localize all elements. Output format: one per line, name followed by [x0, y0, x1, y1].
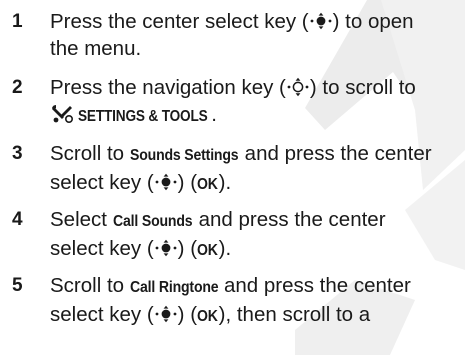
softkey-ok-label: OK — [197, 176, 218, 193]
step-text-part: Press the center select key ( — [50, 10, 309, 33]
step-text-part: ). — [218, 171, 232, 194]
step-text: Scroll to Sounds Settings and press the … — [50, 140, 450, 198]
center-select-key-icon — [309, 11, 333, 31]
menu-name-sounds-settings: Sounds Settings — [129, 147, 239, 164]
step-text-part: Scroll to — [50, 142, 130, 165]
step-text-part: and press the center — [238, 142, 432, 165]
menu-name-call-sounds: Call Sounds — [112, 213, 193, 230]
menu-name-settings-tools: SETTINGS & TOOLS — [78, 108, 208, 125]
step-text-part: select key ( — [50, 303, 154, 326]
center-select-key-icon — [154, 238, 178, 258]
settings-tools-icon — [50, 104, 74, 124]
softkey-ok-label: OK — [197, 308, 218, 325]
step-text-part: select key ( — [50, 237, 154, 260]
manual-page: 1 Press the center select key ( ) to open… — [0, 0, 465, 355]
step-text-part: ) to scroll to — [309, 76, 416, 99]
step-number: 3 — [12, 143, 23, 164]
step-text: Press the navigation key ( ) to scroll to… — [50, 74, 450, 130]
step-number: 1 — [12, 11, 23, 32]
step-text-part: ), then scroll to a — [218, 303, 371, 326]
step-text-part: and press the center — [218, 274, 411, 297]
step-text-part: the menu. — [50, 37, 142, 60]
center-select-key-icon — [154, 172, 178, 192]
step-number: 2 — [12, 77, 23, 98]
step-text-part: and press the center — [192, 208, 386, 231]
step-text: Select Call Sounds and press the center … — [50, 206, 450, 264]
step-text-part: . — [211, 103, 217, 126]
step-number: 5 — [12, 275, 23, 296]
step-text: Scroll to Call Ringtone and press the ce… — [50, 272, 450, 330]
menu-name-call-ringtone: Call Ringtone — [129, 279, 219, 296]
step-text-part: Select — [50, 208, 113, 231]
step-text-part: Scroll to — [50, 274, 130, 297]
softkey-ok-label: OK — [197, 242, 218, 259]
step-text-part: select key ( — [50, 171, 154, 194]
navigation-key-icon — [286, 77, 310, 97]
step-text-part: ) ( — [177, 303, 198, 326]
step-text: Press the center select key ( ) to open t… — [50, 8, 450, 62]
step-number: 4 — [12, 209, 23, 230]
step-text-part: ). — [218, 237, 232, 260]
step-text-part: Press the navigation key ( — [50, 76, 286, 99]
center-select-key-icon — [154, 304, 178, 324]
step-text-part: ) ( — [177, 237, 198, 260]
step-text-part: ) to open — [332, 10, 414, 33]
step-text-part: ) ( — [177, 171, 198, 194]
